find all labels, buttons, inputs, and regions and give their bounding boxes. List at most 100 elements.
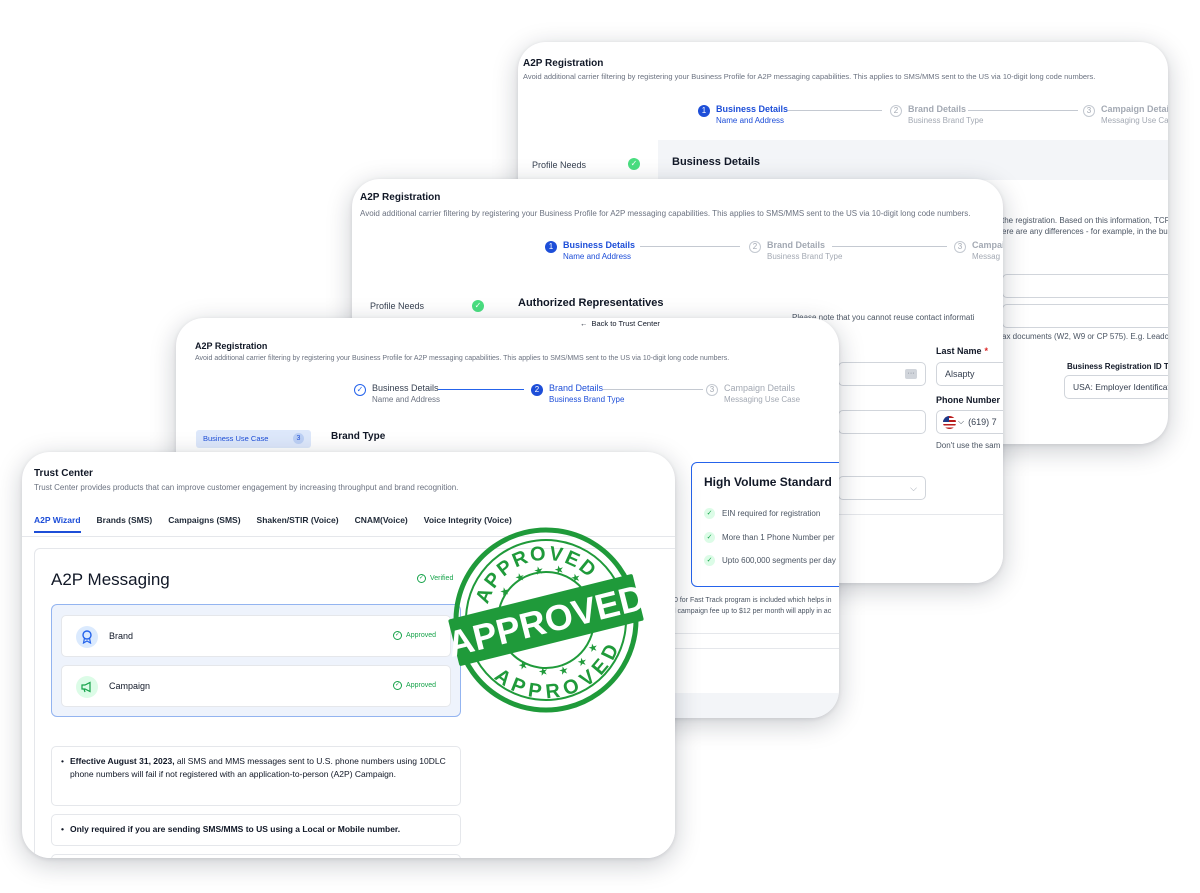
page-subtitle: Avoid additional carrier filtering by re… xyxy=(523,72,1096,81)
phone-number-field[interactable]: ⌵ (619) 7 xyxy=(936,410,1003,434)
star-icon: ★ xyxy=(558,664,571,678)
step-number: 3 xyxy=(1083,105,1095,117)
star-icon: ★ xyxy=(517,659,530,673)
campaign-row[interactable]: Campaign ✓ Approved xyxy=(61,665,451,707)
text-field[interactable] xyxy=(1002,304,1168,328)
notice-10dlc: • Effective August 31, 2023, all SMS and… xyxy=(51,746,461,806)
tab-brands-sms[interactable]: Brands (SMS) xyxy=(97,515,153,533)
step-number: 2 xyxy=(890,105,902,117)
option-title: High Volume Standard xyxy=(704,475,832,489)
sidebar-item-profile-needs[interactable]: Profile Needs xyxy=(532,160,586,170)
star-icon: ★ xyxy=(499,585,512,599)
step-business-details[interactable]: 1 Business Details Name and Address xyxy=(545,240,635,261)
megaphone-icon xyxy=(76,676,98,698)
check-icon: ✓ xyxy=(704,532,715,543)
text-field[interactable]: ··· xyxy=(838,362,926,386)
brand-row[interactable]: Brand ✓ Approved xyxy=(61,615,451,657)
us-flag-icon[interactable] xyxy=(943,415,956,429)
feature-text: Upto 600,000 segments per day xyxy=(722,556,836,565)
status-badge: ✓ Approved xyxy=(393,631,436,640)
back-link-label: Back to Trust Center xyxy=(591,319,660,328)
select-field[interactable]: ⌵ xyxy=(838,476,926,500)
step-label: Campaign Details xyxy=(724,383,796,393)
step-label: Brand Details xyxy=(908,104,967,114)
tab-a2p-wizard[interactable]: A2P Wizard xyxy=(34,515,81,533)
tab-cnam-voice[interactable]: CNAM(Voice) xyxy=(355,515,408,533)
sidebar-item-label: Business Use Case xyxy=(203,434,269,443)
check-icon: ✓ xyxy=(704,508,715,519)
divider xyxy=(674,633,839,634)
star-icon: ★ xyxy=(514,571,527,585)
registration-id-label: Business Registration ID Typ xyxy=(1067,362,1168,371)
content-background xyxy=(674,693,839,718)
last-name-label: Last Name * xyxy=(936,346,988,356)
status-badge: ✓ Approved xyxy=(393,681,436,690)
phone-value: (619) 7 xyxy=(968,417,997,427)
sidebar-item-business-use-case[interactable]: Business Use Case 3 xyxy=(196,430,311,448)
step-sublabel: Business Brand Type xyxy=(908,116,984,125)
step-brand-details[interactable]: 2 Brand Details Business Brand Type xyxy=(531,383,624,404)
page-subtitle: Avoid additional carrier filtering by re… xyxy=(195,355,730,362)
page-title: A2P Registration xyxy=(195,341,268,351)
check-icon: ✓ xyxy=(628,158,640,170)
step-number: 3 xyxy=(706,384,718,396)
step-campaign-details[interactable]: 3 Campaign Details Messaging Use Case xyxy=(706,383,800,404)
sidebar-item-profile-needs[interactable]: Profile Needs xyxy=(370,301,424,311)
phone-number-label: Phone Number* xyxy=(936,395,1003,405)
step-connector xyxy=(438,389,524,390)
tab-shaken-stir-voice[interactable]: Shaken/STIR (Voice) xyxy=(257,515,339,533)
required-mark: * xyxy=(984,346,989,356)
step-brand-details[interactable]: 2 Brand Details Business Brand Type xyxy=(749,240,842,261)
step-sublabel: Messaging Use Case xyxy=(1101,116,1168,125)
notice-bold-text: Effective August 31, 2023, xyxy=(70,756,175,766)
text-field[interactable] xyxy=(1002,274,1168,298)
check-circle-icon: ✓ xyxy=(393,631,403,640)
fast-track-note: l campaign fee up to $12 per month will … xyxy=(674,608,832,615)
step-sublabel: Name and Address xyxy=(563,252,632,261)
description-text: the registration. Based on this informat… xyxy=(1002,216,1168,225)
fast-track-note: 0 for Fast Track program is included whi… xyxy=(674,597,832,604)
page-title: A2P Registration xyxy=(360,192,441,203)
step-number: 1 xyxy=(698,105,710,117)
tax-hint-text: ax documents (W2, W9 or CP 575). E.g. Le… xyxy=(1002,332,1168,341)
step-business-details[interactable]: ✓ Business Details Name and Address xyxy=(354,383,440,404)
check-circle-icon: ✓ xyxy=(393,681,403,690)
check-icon: ✓ xyxy=(704,555,715,566)
row-label: Campaign xyxy=(109,681,151,691)
more-icon[interactable]: ··· xyxy=(905,369,917,379)
label-text: Phone Number xyxy=(936,395,1001,405)
page-subtitle: Trust Center provides products that can … xyxy=(34,483,459,492)
text-field[interactable] xyxy=(838,410,926,434)
panel-title: A2P Messaging xyxy=(51,570,170,589)
bullet: • xyxy=(61,756,64,766)
chevron-down-icon[interactable]: ⌵ xyxy=(958,417,964,427)
star-icon: ★ xyxy=(587,641,600,655)
last-name-field[interactable]: Alsapty xyxy=(936,362,1003,386)
star-icon: ★ xyxy=(533,564,546,578)
step-number: 2 xyxy=(531,384,543,396)
label-text: Last Name xyxy=(936,346,982,356)
row-label: Brand xyxy=(109,631,134,641)
step-business-details[interactable]: 1 Business Details Name and Address xyxy=(698,104,788,125)
step-campaign-details[interactable]: 3 Campai Messag xyxy=(954,240,1003,261)
page-title: A2P Registration xyxy=(523,58,604,69)
step-number: 1 xyxy=(545,241,557,253)
notice-next xyxy=(51,854,461,858)
notice-local-number: • Only required if you are sending SMS/M… xyxy=(51,814,461,846)
arrow-left-icon: ← xyxy=(580,319,588,328)
step-connector xyxy=(788,110,882,111)
step-number: 2 xyxy=(749,241,761,253)
registration-id-select[interactable]: USA: Employer Identificati xyxy=(1064,375,1168,399)
high-volume-standard-option[interactable]: High Volume Standard ✓ EIN required for r… xyxy=(691,462,839,587)
step-campaign-details[interactable]: 3 Campaign Details Messaging Use Case xyxy=(1083,104,1168,125)
status-text: Approved xyxy=(406,632,436,639)
phone-hint: Don't use the sam xyxy=(936,441,1001,450)
step-connector xyxy=(640,246,740,247)
back-link[interactable]: ← Back to Trust Center xyxy=(580,319,660,328)
divider xyxy=(674,648,839,649)
tab-campaigns-sms[interactable]: Campaigns (SMS) xyxy=(168,515,240,533)
feature-item: ✓ EIN required for registration xyxy=(704,508,820,519)
step-brand-details[interactable]: 2 Brand Details Business Brand Type xyxy=(890,104,983,125)
feature-item: ✓ More than 1 Phone Number per xyxy=(704,532,835,543)
step-sublabel: Business Brand Type xyxy=(549,395,625,404)
